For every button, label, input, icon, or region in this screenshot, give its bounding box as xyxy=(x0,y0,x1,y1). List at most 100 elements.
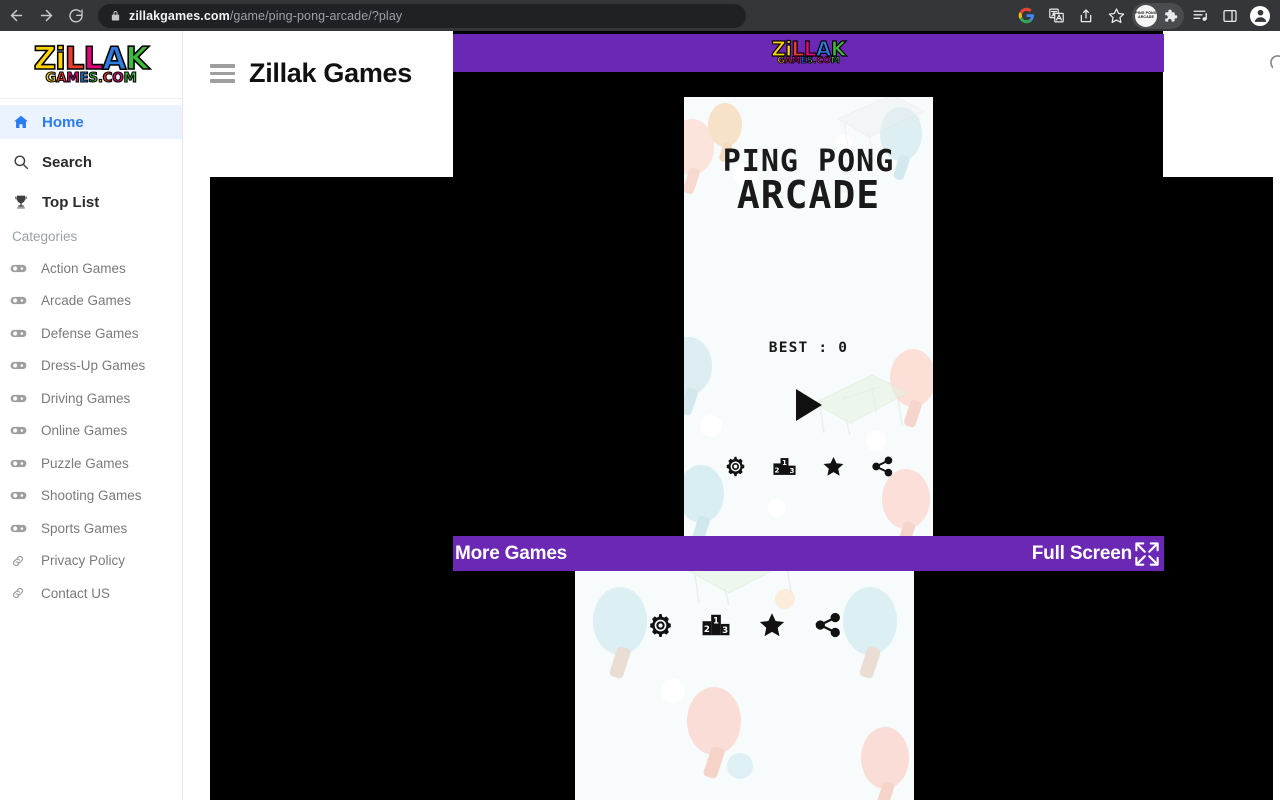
settings-gear-icon[interactable] xyxy=(724,455,747,478)
play-button[interactable] xyxy=(684,389,933,421)
sidebar-item-online-games[interactable]: Online Games xyxy=(0,415,182,448)
svg-text:2: 2 xyxy=(704,625,710,635)
sidebar: ZiLLAK GAMES.COM Home Search Top List Ca… xyxy=(0,31,183,800)
svg-text:1: 1 xyxy=(782,458,787,467)
sidebar-item-sports-games[interactable]: Sports Games xyxy=(0,512,182,545)
more-games-button[interactable]: More Games xyxy=(455,543,567,565)
trophy-icon xyxy=(12,194,30,210)
sidebar-item-label: Defense Games xyxy=(41,325,139,341)
main-header: Zillak Games xyxy=(183,31,453,177)
sidebar-item-contact-us[interactable]: Contact US xyxy=(0,577,182,610)
gamepad-icon xyxy=(7,393,29,404)
gamepad-icon xyxy=(7,458,29,469)
translate-icon[interactable] xyxy=(1042,2,1070,30)
side-panel-icon[interactable] xyxy=(1216,2,1244,30)
sidebar-item-arcade-games[interactable]: Arcade Games xyxy=(0,285,182,318)
sidebar-item-dress-up-games[interactable]: Dress-Up Games xyxy=(0,350,182,383)
sidebar-item-privacy-policy[interactable]: Privacy Policy xyxy=(0,545,182,578)
sidebar-item-home[interactable]: Home xyxy=(0,105,182,139)
ping-pong-arcade-favicon[interactable]: PING PONG ARCADE xyxy=(1135,4,1157,27)
game-canvas[interactable]: PING PONG ARCADE BEST : 0 1 2 3 xyxy=(684,97,933,539)
sidebar-item-label: Search xyxy=(42,153,93,171)
extensions-puzzle-icon[interactable] xyxy=(1159,5,1181,27)
screen: zillakgames.com/game/ping-pong-arcade/?p… xyxy=(0,0,1280,800)
game-background-art-lower xyxy=(575,569,914,800)
sidebar-item-label: Arcade Games xyxy=(41,293,132,309)
share-icon[interactable] xyxy=(814,611,842,639)
sidebar-item-label: Privacy Policy xyxy=(41,553,126,569)
sidebar-item-shooting-games[interactable]: Shooting Games xyxy=(0,480,182,513)
sidebar-nav: Home Search Top List Categories Action G… xyxy=(0,99,182,610)
game-title-line2: ARCADE xyxy=(736,172,881,217)
sidebar-item-puzzle-games[interactable]: Puzzle Games xyxy=(0,447,182,480)
sidebar-item-action-games[interactable]: Action Games xyxy=(0,252,182,285)
search-icon xyxy=(12,154,30,170)
gamepad-icon xyxy=(7,490,29,501)
gamepad-icon xyxy=(7,263,29,274)
sidebar-item-top-list[interactable]: Top List xyxy=(0,185,182,219)
sidebar-item-search[interactable]: Search xyxy=(0,145,182,179)
avatar xyxy=(1250,5,1270,26)
link-icon xyxy=(7,554,29,568)
leaderboard-podium-icon[interactable]: 1 2 3 xyxy=(702,612,730,638)
svg-text:3: 3 xyxy=(789,466,794,475)
reading-list-icon[interactable] xyxy=(1186,2,1214,30)
game-canvas-lower[interactable]: 1 2 3 xyxy=(575,569,914,800)
gamepad-icon xyxy=(7,523,29,534)
sidebar-item-label: Dress-Up Games xyxy=(41,358,146,374)
gamepad-icon xyxy=(7,295,29,306)
forward-button[interactable] xyxy=(32,2,60,30)
game-frame-top-bar: ZiLLAK GAMES.COM xyxy=(453,34,1164,72)
sidebar-item-defense-games[interactable]: Defense Games xyxy=(0,317,182,350)
link-icon xyxy=(7,586,29,600)
address-bar[interactable]: zillakgames.com/game/ping-pong-arcade/?p… xyxy=(98,3,746,28)
page-content: ZiLLAK GAMES.COM Home Search Top List Ca… xyxy=(0,31,1280,800)
navigation-buttons xyxy=(0,2,90,30)
fullscreen-expand-icon xyxy=(1132,539,1162,569)
back-button[interactable] xyxy=(2,2,30,30)
best-score: BEST : 0 xyxy=(768,340,849,356)
sidebar-item-label: Top List xyxy=(42,193,100,211)
header-right-strip xyxy=(1163,31,1280,177)
share-icon[interactable] xyxy=(871,455,894,478)
categories-heading: Categories xyxy=(12,229,78,244)
sidebar-categories: Action Games Arcade Games Defense Games … xyxy=(0,252,182,610)
reload-button[interactable] xyxy=(62,2,90,30)
hamburger-menu-icon[interactable] xyxy=(210,64,235,83)
game-action-icons-lower: 1 2 3 xyxy=(575,611,914,639)
profile-avatar-icon[interactable] xyxy=(1246,2,1274,30)
share-icon[interactable] xyxy=(1072,2,1100,30)
sidebar-item-driving-games[interactable]: Driving Games xyxy=(0,382,182,415)
svg-text:3: 3 xyxy=(722,626,728,636)
play-triangle-icon xyxy=(795,389,822,421)
sidebar-item-label: Action Games xyxy=(41,260,126,276)
sidebar-item-label: Puzzle Games xyxy=(41,455,129,471)
gamepad-icon xyxy=(7,360,29,371)
browser-toolbar: zillakgames.com/game/ping-pong-arcade/?p… xyxy=(0,0,1280,31)
sidebar-item-label: Shooting Games xyxy=(41,488,142,504)
page-title: Zillak Games xyxy=(249,58,412,88)
sidebar-item-label: Sports Games xyxy=(41,520,128,536)
svg-text:1: 1 xyxy=(713,616,719,626)
star-rate-icon[interactable] xyxy=(758,611,786,639)
full-screen-button[interactable]: Full Screen xyxy=(1032,539,1162,569)
leaderboard-podium-icon[interactable]: 1 2 3 xyxy=(772,455,796,478)
sidebar-item-label: Contact US xyxy=(41,585,111,601)
game-frame-logo-line2: GAMES.COM xyxy=(777,56,840,66)
sidebar-item-label: Home xyxy=(42,113,84,131)
star-rate-icon[interactable] xyxy=(822,455,845,478)
scrollbar-track[interactable] xyxy=(1273,62,1280,800)
game-title: PING PONG ARCADE xyxy=(684,146,933,217)
site-logo[interactable]: ZiLLAK GAMES.COM xyxy=(0,31,182,99)
toolbar-icons: PING PONG ARCADE xyxy=(1012,2,1280,30)
lock-icon xyxy=(110,9,121,22)
home-icon xyxy=(12,114,30,130)
game-frame-logo[interactable]: ZiLLAK GAMES.COM xyxy=(771,38,847,66)
settings-gear-icon[interactable] xyxy=(647,612,674,639)
full-screen-label: Full Screen xyxy=(1031,542,1132,564)
sidebar-item-label: Online Games xyxy=(41,423,128,439)
bookmark-star-icon[interactable] xyxy=(1102,2,1130,30)
address-bar-text: zillakgames.com/game/ping-pong-arcade/?p… xyxy=(129,8,403,23)
extension-pill: PING PONG ARCADE xyxy=(1132,2,1184,29)
google-icon[interactable] xyxy=(1012,2,1040,30)
